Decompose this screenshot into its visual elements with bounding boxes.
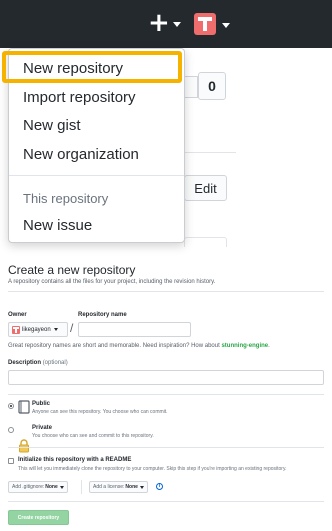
owner-avatar: [12, 325, 20, 334]
private-option-title: Private: [32, 425, 53, 431]
private-option-desc: You choose who can see and commit to thi…: [32, 433, 154, 439]
init-readme-title: Initialize this repository with a README: [18, 457, 132, 463]
name-suggestion-hint: Great repository names are short and mem…: [8, 343, 270, 349]
background-divider: [184, 152, 236, 153]
info-icon[interactable]: i: [156, 483, 163, 490]
page-title: Create a new repository: [8, 263, 136, 277]
caret-down-icon: [139, 485, 144, 489]
plus-icon: +: [148, 8, 170, 38]
public-radio[interactable]: [8, 403, 14, 409]
form-divider: [8, 291, 324, 292]
public-option-title: Public: [32, 401, 51, 407]
count-value: 0: [208, 78, 216, 94]
form-divider: [8, 447, 324, 448]
create-repository-button[interactable]: Create repository: [8, 510, 69, 525]
init-readme-checkbox[interactable]: [8, 458, 14, 464]
menu-section-header: This repository: [23, 191, 109, 206]
background-box-partial: [184, 237, 227, 247]
description-label: Description (optional): [8, 360, 68, 366]
edit-button[interactable]: Edit: [184, 175, 227, 201]
caret-down-icon: [59, 485, 64, 489]
private-radio[interactable]: [8, 427, 14, 433]
repository-name-input[interactable]: [78, 322, 191, 337]
caret-down-icon: [222, 23, 230, 28]
repository-name-label: Repository name: [78, 312, 127, 318]
count-badge: 0: [198, 72, 226, 100]
user-menu-button[interactable]: [194, 12, 230, 36]
create-new-menu-button[interactable]: +: [148, 8, 181, 38]
caret-down-icon: [172, 22, 181, 27]
form-divider: [8, 501, 324, 502]
public-option-desc: Anyone can see this repository. You choo…: [32, 409, 168, 415]
public-repo-icon: [18, 400, 30, 415]
menu-item-new-gist[interactable]: New gist: [23, 117, 81, 134]
caret-down-icon: [53, 328, 58, 331]
suggested-name-link[interactable]: stunning-engine: [221, 343, 268, 349]
form-divider: [8, 394, 324, 395]
init-readme-desc: This will let you immediately clone the …: [18, 466, 287, 472]
description-input[interactable]: [8, 370, 324, 385]
owner-label: Owner: [8, 312, 27, 318]
background-button-partial[interactable]: [184, 76, 198, 98]
avatar: [194, 13, 216, 35]
menu-divider: [9, 175, 184, 176]
page-subtitle: A repository contains all the files for …: [8, 279, 216, 285]
owner-select[interactable]: likegayeon: [8, 322, 68, 337]
license-select[interactable]: Add a license: None: [89, 481, 148, 493]
highlight-annotation: [2, 51, 182, 83]
owner-repo-separator: /: [70, 321, 74, 335]
menu-item-import-repository[interactable]: Import repository: [23, 89, 136, 106]
owner-name: likegayeon: [22, 326, 51, 333]
menu-item-new-issue[interactable]: New issue: [23, 217, 92, 234]
menu-item-new-organization[interactable]: New organization: [23, 146, 139, 163]
gitignore-select[interactable]: Add .gitignore: None: [8, 481, 68, 493]
select-separator: [81, 480, 82, 494]
